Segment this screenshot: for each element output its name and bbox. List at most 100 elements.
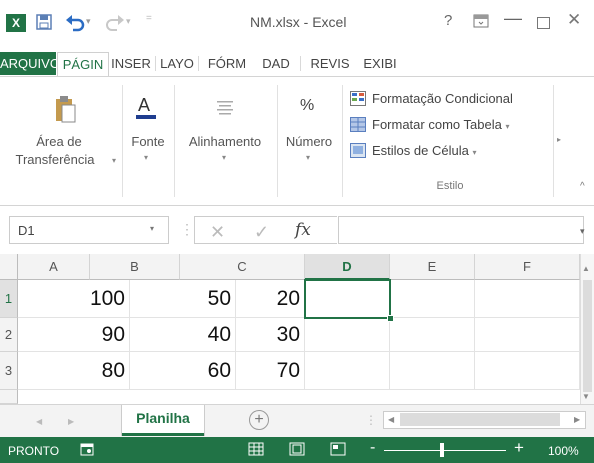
font-label: Fonte <box>131 134 165 149</box>
cell-f1[interactable] <box>475 280 580 318</box>
zoom-in-button[interactable]: + <box>514 438 524 458</box>
horizontal-scroll-thumb[interactable] <box>400 413 560 426</box>
cell-f2[interactable] <box>475 318 580 352</box>
cell-a3[interactable]: 80 <box>18 352 130 390</box>
ribbon-scroll-right-icon[interactable]: ▸ <box>557 135 561 144</box>
cell-e1[interactable] <box>390 280 475 318</box>
status-text: PRONTO <box>8 444 60 458</box>
format-as-table-button[interactable]: Formatar como Tabela ▾ <box>350 115 509 135</box>
vertical-scroll-thumb[interactable] <box>583 280 592 392</box>
clipboard-icon <box>56 96 76 123</box>
zoom-slider-thumb[interactable] <box>440 443 444 457</box>
tab-exibicao[interactable]: EXIBI <box>358 52 402 75</box>
cancel-icon[interactable]: ✕ <box>210 222 225 243</box>
sheet-next-icon[interactable]: ▶ <box>68 417 74 426</box>
clipboard-label-line1: Área de <box>36 134 82 149</box>
undo-icon[interactable] <box>64 12 86 32</box>
sheet-tabs-bar: ◀ ▶ Planilha + ⋮ ◀ ▶ <box>0 404 594 438</box>
name-box[interactable]: D1 <box>9 216 169 244</box>
cell-c2[interactable]: 30 <box>236 318 305 352</box>
row-header-2[interactable]: 2 <box>0 318 18 352</box>
cell-c1[interactable]: 20 <box>236 280 305 318</box>
conditional-formatting-label: Formatação Condicional <box>372 91 513 106</box>
save-icon[interactable] <box>36 14 52 30</box>
minimize-button[interactable]: — <box>504 8 522 29</box>
cell-f3[interactable] <box>475 352 580 390</box>
expand-formula-bar-icon[interactable]: ▾ <box>580 226 585 237</box>
scroll-right-icon[interactable]: ▶ <box>574 415 580 424</box>
cell-d2[interactable] <box>305 318 390 352</box>
styles-group-label: Estilo <box>436 180 464 192</box>
cell-styles-button[interactable]: Estilos de Célula ▾ <box>350 141 476 161</box>
scroll-left-icon[interactable]: ◀ <box>388 415 394 424</box>
font-color-icon: A <box>136 95 156 119</box>
percent-icon: % <box>300 97 315 114</box>
cell-e3[interactable] <box>390 352 475 390</box>
cell-styles-label: Estilos de Célula <box>372 143 469 158</box>
normal-view-icon[interactable] <box>248 442 264 456</box>
zoom-slider[interactable] <box>384 450 506 451</box>
undo-dropdown-icon[interactable]: ▾ <box>86 16 94 26</box>
insert-function-icon[interactable]: fx <box>295 220 311 240</box>
maximize-button[interactable] <box>537 17 550 29</box>
scroll-up-icon[interactable]: ▲ <box>582 264 590 273</box>
cell-b2[interactable]: 40 <box>130 318 236 352</box>
tab-arquivo[interactable]: ARQUIVO <box>0 52 60 75</box>
column-header-a[interactable]: A <box>18 254 90 280</box>
sheet-tab-planilha[interactable]: Planilha <box>122 405 204 436</box>
tab-layout[interactable]: LAYO <box>157 52 197 75</box>
redo-dropdown-icon[interactable]: ▾ <box>126 16 134 26</box>
selected-cell-border <box>304 279 391 319</box>
scroll-down-icon[interactable]: ▼ <box>582 392 590 401</box>
tab-dados[interactable]: DAD <box>254 52 298 75</box>
help-button[interactable]: ? <box>444 12 452 29</box>
tab-revisao[interactable]: REVIS <box>304 52 356 75</box>
tab-split-handle[interactable]: ⋮ <box>365 413 377 427</box>
cell-c3[interactable]: 70 <box>236 352 305 390</box>
format-as-table-label: Formatar como Tabela <box>372 117 502 132</box>
zoom-level[interactable]: 100% <box>548 444 579 458</box>
select-all-corner[interactable] <box>0 254 18 280</box>
macro-recording-icon[interactable] <box>80 442 94 456</box>
svg-text:A: A <box>138 95 150 115</box>
customize-toolbar-icon[interactable]: = <box>146 13 152 24</box>
column-header-b[interactable]: B <box>90 254 180 280</box>
cell-a2[interactable]: 90 <box>18 318 130 352</box>
cell-d3[interactable] <box>305 352 390 390</box>
tab-inserir[interactable]: INSER <box>108 52 154 75</box>
page-layout-view-icon[interactable] <box>289 442 305 456</box>
column-header-f[interactable]: F <box>475 254 580 280</box>
tab-pagina-inicial[interactable]: PÁGIN <box>57 52 109 78</box>
name-box-dropdown-icon[interactable]: ▾ <box>150 224 154 233</box>
number-label: Número <box>285 134 333 149</box>
cell-b3[interactable]: 60 <box>130 352 236 390</box>
cell-e2[interactable] <box>390 318 475 352</box>
redo-icon[interactable] <box>104 12 126 32</box>
tab-formulas[interactable]: FÓRM <box>200 52 254 75</box>
row-header-1[interactable]: 1 <box>0 280 18 318</box>
fill-handle[interactable] <box>387 315 394 322</box>
formula-bar: D1 ▾ ⋮ ✕ ✓ fx ▾ <box>0 212 594 248</box>
format-as-table-icon <box>350 117 366 132</box>
ribbon-display-options-icon[interactable] <box>473 14 489 28</box>
column-header-c[interactable]: C <box>180 254 305 280</box>
ribbon-tabs: ARQUIVO PÁGIN INSER LAYO FÓRM DAD REVIS … <box>0 52 594 78</box>
cell-b1[interactable]: 50 <box>130 280 236 318</box>
enter-check-icon[interactable]: ✓ <box>254 222 269 243</box>
page-break-preview-icon[interactable] <box>330 442 346 456</box>
sheet-prev-icon[interactable]: ◀ <box>36 417 42 426</box>
row-header-4[interactable] <box>0 390 18 404</box>
formula-bar-resize-handle[interactable]: ⋮ <box>180 221 194 238</box>
title-bar: X ▾ ▾ = NM.xlsx - Excel ? — ✕ <box>0 0 594 48</box>
number-dropdown-icon: ▾ <box>306 153 311 162</box>
column-header-e[interactable]: E <box>390 254 475 280</box>
row-header-3[interactable]: 3 <box>0 352 18 390</box>
cell-a1[interactable]: 100 <box>18 280 130 318</box>
collapse-ribbon-icon[interactable]: ^ <box>580 181 585 192</box>
conditional-formatting-button[interactable]: Formatação Condicional <box>350 89 513 109</box>
column-header-d[interactable]: D <box>305 254 390 280</box>
close-button[interactable]: ✕ <box>567 10 581 30</box>
add-sheet-button[interactable]: + <box>249 410 269 430</box>
formula-input[interactable] <box>338 216 584 244</box>
zoom-out-button[interactable]: - <box>370 439 375 457</box>
